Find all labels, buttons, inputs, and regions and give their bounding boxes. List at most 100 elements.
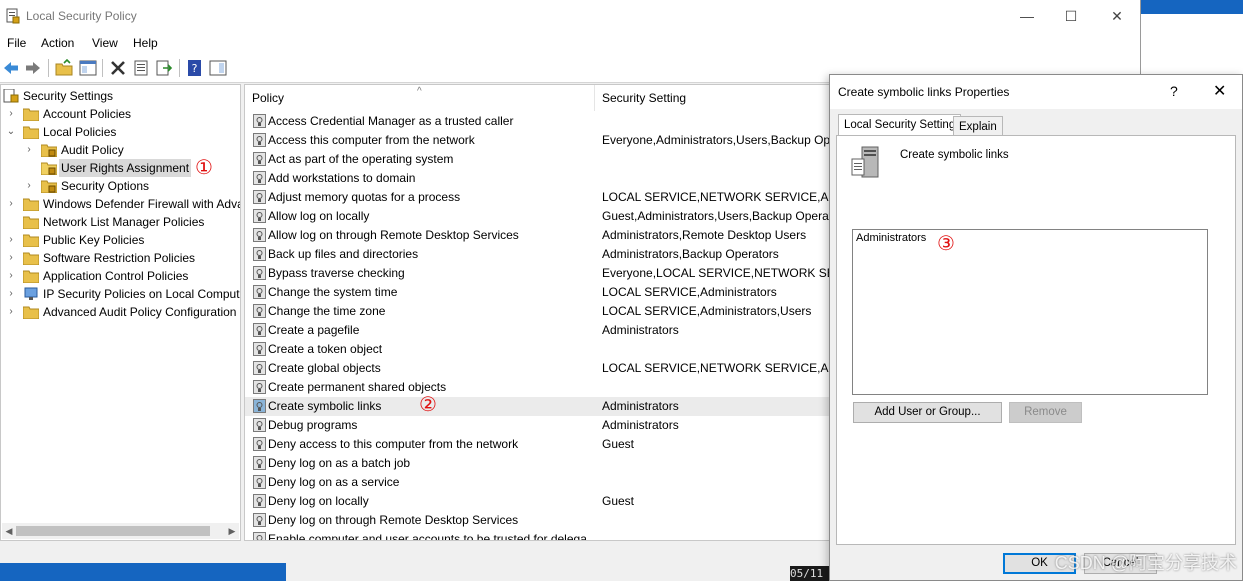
policy-name-cell: Change the time zone [268,304,386,318]
dialog-help-button[interactable]: ? [1170,83,1178,99]
back-arrow-icon[interactable] [2,59,20,77]
policy-name-cell: Back up files and directories [268,247,419,261]
security-setting-cell: Guest [602,494,635,508]
tab-page: Create symbolic links Administrators ③ A… [836,135,1236,545]
policy-name-cell: Add workstations to domain [268,171,416,185]
expand-chevron-icon[interactable]: › [6,285,16,303]
policy-icon [253,228,266,242]
security-setting-cell: LOCAL SERVICE,Administrators [602,285,777,299]
policy-icon [253,304,266,318]
menu-bar: File Action View Help [0,32,1140,54]
policy-name-cell: Deny log on locally [268,494,369,508]
help-icon[interactable]: ? [186,59,204,77]
scrollbar-thumb[interactable] [16,526,210,536]
policy-icon [253,190,266,204]
menu-action[interactable]: Action [41,36,74,50]
security-setting-cell: LOCAL SERVICE,NETWORK SERVICE,Admini [602,190,858,204]
remove-button[interactable]: Remove [1009,402,1082,423]
folder-icon [23,198,39,211]
maximize-button[interactable]: ☐ [1048,0,1094,32]
policy-icon [253,399,266,413]
member-item[interactable]: Administrators [856,232,926,244]
policy-icon [253,380,266,394]
svg-text:?: ? [192,62,198,75]
policy-name-cell: Change the system time [268,285,398,299]
toolbar-separator [48,59,49,77]
policy-name-cell: Act as part of the operating system [268,152,454,166]
policy-name-cell: Adjust memory quotas for a process [268,190,461,204]
policy-icon [253,475,266,489]
column-header-policy[interactable]: Policy ^ [245,85,595,111]
taskbar-strip [0,563,286,581]
dialog-close-button[interactable]: ✕ [1213,81,1226,101]
folder-icon [23,234,39,247]
expand-chevron-icon[interactable]: › [6,249,16,267]
expand-chevron-icon[interactable]: › [6,105,16,123]
folder-icon [23,270,39,283]
toolbar-separator [102,59,103,77]
add-user-or-group-button[interactable]: Add User or Group... [853,402,1002,423]
policy-name-cell: Enable computer and user accounts to be … [268,532,587,541]
toolbar-separator [179,59,180,77]
taskbar-clock: 05/11 [790,566,830,581]
policy-name-cell: Deny access to this computer from the ne… [268,437,519,451]
policy-icon [253,456,266,470]
tree-horizontal-scrollbar[interactable]: ◀ ▶ [2,523,239,539]
scroll-right-icon[interactable]: ▶ [225,524,239,538]
folder-icon [23,108,39,121]
policy-name-cell: Debug programs [268,418,358,432]
policy-name-cell: Deny log on through Remote Desktop Servi… [268,513,519,527]
delete-icon[interactable] [109,59,127,77]
forward-arrow-icon[interactable] [24,59,42,77]
policy-icon [253,323,266,337]
expand-chevron-icon[interactable]: › [6,267,16,285]
sort-ascending-icon: ^ [417,86,422,97]
policy-name-cell: Deny log on as a service [268,475,400,489]
dialog-title-bar[interactable]: Create symbolic links Properties ? ✕ [830,75,1242,109]
expand-chevron-icon[interactable]: › [24,177,34,195]
watermark: CSDN @阿宝分享技术 [1054,553,1237,573]
up-folder-icon[interactable] [55,59,73,77]
expand-chevron-icon[interactable]: › [6,303,16,321]
folder-lock-icon [41,144,57,157]
annotation-marker-3: ③ [937,233,955,255]
expand-chevron-icon[interactable]: › [6,195,16,213]
policy-icon [253,247,266,261]
folder-icon [23,306,39,319]
tab-explain[interactable]: Explain [953,116,1003,136]
expand-chevron-icon[interactable]: › [6,231,16,249]
policy-name-cell: Deny log on as a batch job [268,456,411,470]
policy-name-cell: Access Credential Manager as a trusted c… [268,114,514,128]
close-button[interactable]: ✕ [1094,0,1140,32]
menu-help[interactable]: Help [133,36,158,50]
policy-name-cell: Create a pagefile [268,323,360,337]
collapse-chevron-icon[interactable]: ⌄ [6,123,16,141]
security-setting-cell: Guest,Administrators,Users,Backup Operat… [602,209,839,223]
background-window-bar [1140,0,1243,14]
tab-local-security-setting[interactable]: Local Security Setting [838,114,962,136]
show-action-pane-icon[interactable] [209,59,227,77]
policy-icon [253,171,266,185]
expand-chevron-icon[interactable]: › [24,141,34,159]
console-tree: Security Settings › Account Policies ⌄ L… [0,84,241,541]
policy-icon [253,342,266,356]
server-policy-icon [851,146,879,178]
security-setting-cell: Administrators,Remote Desktop Users [602,228,807,242]
policy-icon [253,532,266,540]
minimize-button[interactable]: — [1004,0,1050,32]
policy-icon [253,494,266,508]
window-title: Local Security Policy [26,9,137,23]
security-setting-cell: Everyone,Administrators,Users,Backup Ope… [602,133,841,147]
scroll-left-icon[interactable]: ◀ [2,524,16,538]
security-setting-cell: Administrators [602,399,679,413]
folder-icon [23,216,39,229]
properties-icon[interactable] [132,59,150,77]
menu-view[interactable]: View [92,36,118,50]
export-list-icon[interactable] [155,59,173,77]
title-bar[interactable]: Local Security Policy — ☐ ✕ [0,0,1140,32]
security-setting-cell: LOCAL SERVICE,NETWORK SERVICE,Admini [602,361,858,375]
folder-lock-icon [41,180,57,193]
show-hide-console-tree-icon[interactable] [79,59,97,77]
menu-file[interactable]: File [7,36,26,50]
members-listbox[interactable]: Administrators ③ [852,229,1208,395]
